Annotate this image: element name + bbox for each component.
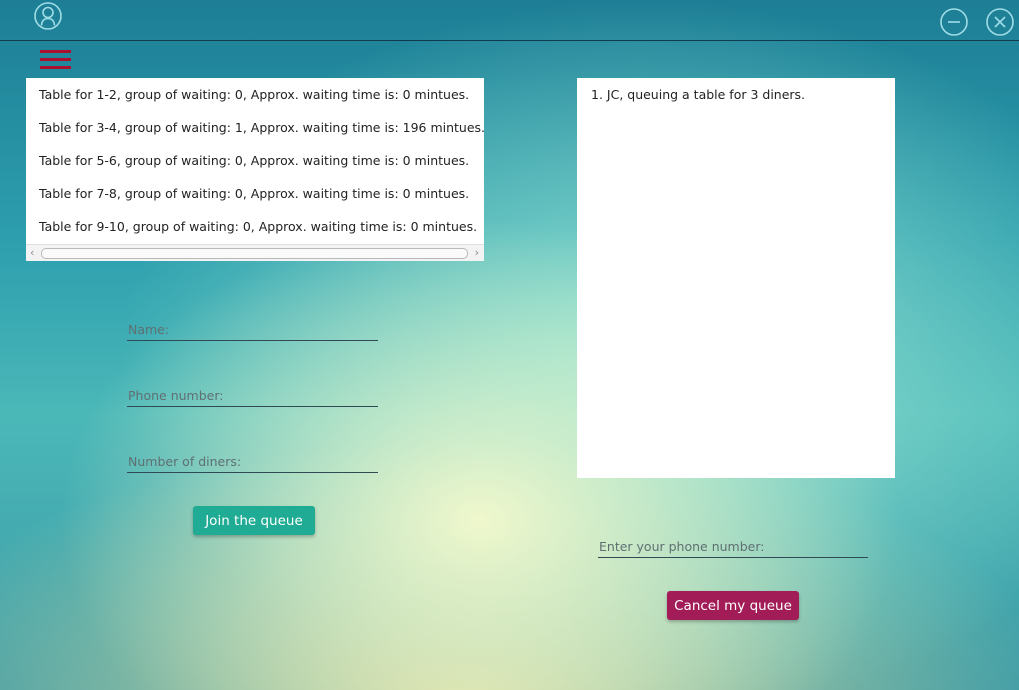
list-item[interactable]: Table for 3-4, group of waiting: 1, Appr… xyxy=(26,111,484,144)
close-circle-icon[interactable] xyxy=(985,7,1015,37)
chevron-left-icon[interactable]: ‹ xyxy=(30,246,34,259)
hamburger-menu-icon[interactable] xyxy=(40,50,71,70)
horizontal-scrollbar[interactable]: ‹ › xyxy=(26,244,484,261)
title-bar xyxy=(0,0,1019,41)
queue-list[interactable]: 1. JC, queuing a table for 3 diners. xyxy=(577,78,895,478)
list-item[interactable]: Table for 7-8, group of waiting: 0, Appr… xyxy=(26,177,484,210)
cancel-phone-number-field[interactable] xyxy=(598,535,868,558)
phone-number-field[interactable] xyxy=(127,384,378,407)
cancel-queue-button[interactable]: Cancel my queue xyxy=(667,591,799,620)
chevron-right-icon[interactable]: › xyxy=(475,246,479,259)
number-of-diners-field[interactable] xyxy=(127,450,378,473)
list-item[interactable]: Table for 9-10, group of waiting: 0, App… xyxy=(26,210,484,243)
user-circle-icon[interactable] xyxy=(33,1,63,31)
list-item[interactable]: Table for 1-2, group of waiting: 0, Appr… xyxy=(26,78,484,111)
minimize-circle-icon[interactable] xyxy=(939,7,969,37)
table-status-list[interactable]: Table for 1-2, group of waiting: 0, Appr… xyxy=(26,78,484,261)
list-item[interactable]: Table for 5-6, group of waiting: 0, Appr… xyxy=(26,144,484,177)
menu-bar xyxy=(40,58,71,61)
list-item[interactable]: 1. JC, queuing a table for 3 diners. xyxy=(577,78,895,111)
scrollbar-thumb[interactable] xyxy=(41,248,468,259)
name-field[interactable] xyxy=(127,318,378,341)
menu-bar xyxy=(40,66,71,69)
menu-bar xyxy=(40,50,71,53)
join-queue-button[interactable]: Join the queue xyxy=(193,506,315,535)
